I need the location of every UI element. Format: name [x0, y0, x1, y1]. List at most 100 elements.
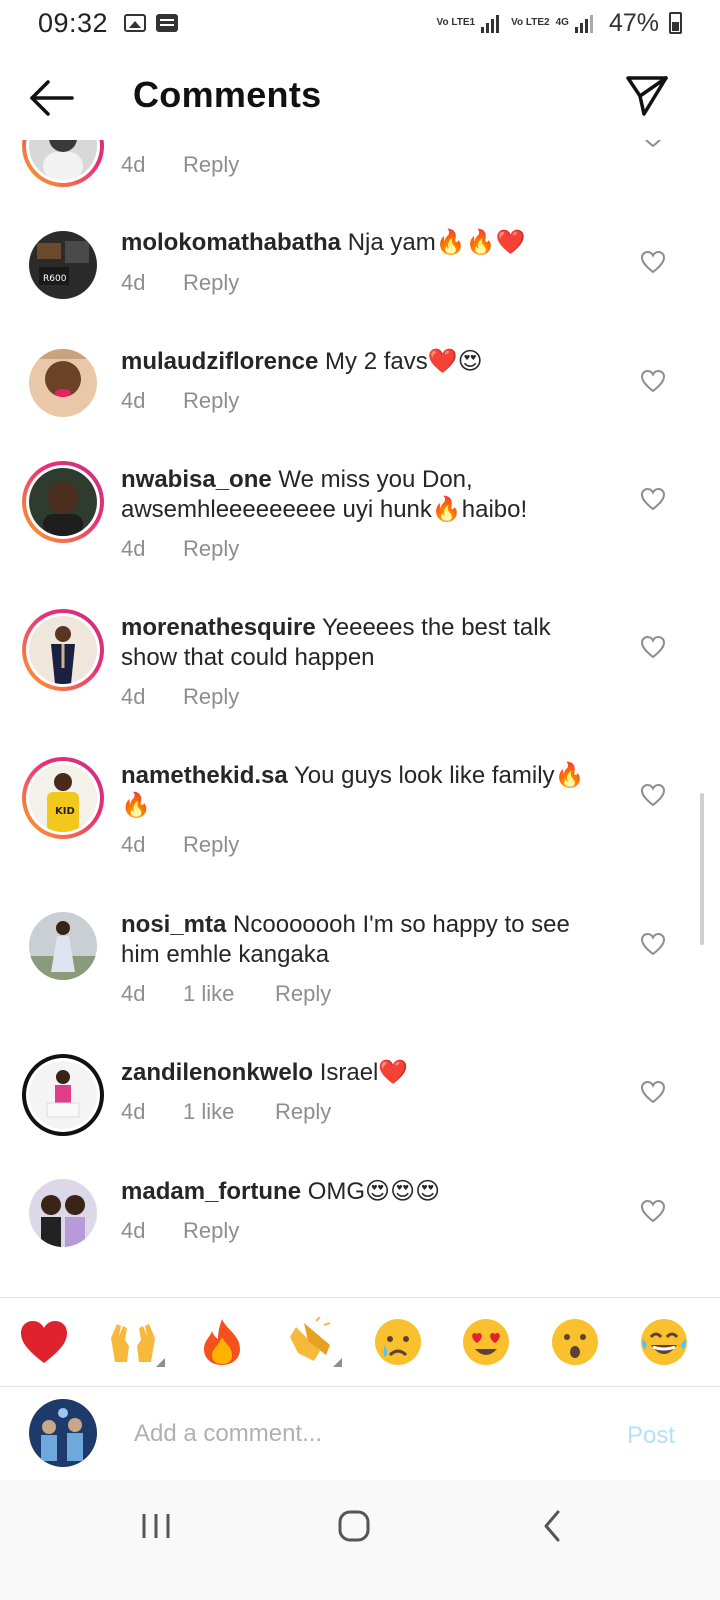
- battery-icon: [669, 12, 682, 34]
- avatar: KID: [29, 764, 97, 832]
- like-comment-button[interactable]: [640, 369, 666, 393]
- status-time: 09:32: [38, 7, 109, 38]
- heart-outline-icon: [640, 635, 666, 659]
- avatar-story-ring[interactable]: KID: [22, 757, 104, 839]
- comment-username[interactable]: molokomathabatha: [121, 229, 341, 256]
- comment-time: 4d: [121, 152, 146, 177]
- emoji-button-surprised[interactable]: [549, 1316, 601, 1368]
- tears-of-joy-emoji-icon: [641, 1319, 687, 1365]
- comment-time: 4d: [121, 388, 146, 413]
- comment-username[interactable]: nwabisa_one: [121, 466, 272, 493]
- comment-like-count[interactable]: 1 like: [183, 1099, 275, 1125]
- reply-button[interactable]: Reply: [183, 388, 239, 414]
- comment-meta: 4d Reply: [121, 684, 239, 710]
- reply-button[interactable]: Reply: [183, 270, 239, 296]
- heart-outline-icon: [640, 369, 666, 393]
- recent-apps-button[interactable]: [126, 1506, 186, 1546]
- comments-header: Comments: [0, 56, 720, 140]
- comment-meta: 4d 1 like Reply: [121, 1099, 331, 1125]
- reply-button[interactable]: Reply: [183, 152, 239, 178]
- comment-time: 4d: [121, 1218, 146, 1243]
- like-comment-button[interactable]: [640, 783, 666, 807]
- like-comment-button[interactable]: [640, 1199, 666, 1223]
- post-button[interactable]: Post: [627, 1422, 675, 1450]
- comment-text: nwabisa_one We miss you Don, awsemhleeee…: [121, 465, 611, 525]
- like-comment-button[interactable]: [640, 140, 666, 148]
- heart-eyes-emoji-icon: [463, 1319, 509, 1365]
- like-comment-button[interactable]: [640, 487, 666, 511]
- comment-username[interactable]: mulaudziflorence: [121, 348, 318, 375]
- avatar-seen-ring[interactable]: [22, 1054, 104, 1136]
- emoji-button-raised-hands[interactable]: [107, 1316, 159, 1368]
- comment-time: 4d: [121, 832, 146, 857]
- fire-emoji-icon: [204, 1319, 240, 1365]
- reply-button[interactable]: Reply: [275, 1099, 331, 1125]
- comment-username[interactable]: nosi_mta: [121, 911, 226, 938]
- reply-button[interactable]: Reply: [183, 1218, 239, 1244]
- reply-button[interactable]: Reply: [183, 684, 239, 710]
- comment-username[interactable]: madam_fortune: [121, 1178, 301, 1205]
- like-comment-button[interactable]: [640, 932, 666, 956]
- comments-list[interactable]: 4d Reply R600 molokomathabatha Nja yam🔥🔥…: [0, 140, 720, 1295]
- avatar[interactable]: R600: [29, 231, 97, 299]
- emoji-button-laughing[interactable]: [638, 1316, 690, 1368]
- comment-body: Israel❤️: [319, 1059, 409, 1086]
- sim1-signal-icon: [481, 13, 500, 33]
- back-button[interactable]: [28, 78, 76, 118]
- heart-outline-icon: [640, 487, 666, 511]
- emoji-button-fire[interactable]: [196, 1316, 248, 1368]
- reply-button[interactable]: Reply: [183, 832, 239, 858]
- avatar-story-ring[interactable]: [22, 140, 104, 187]
- home-button[interactable]: [324, 1506, 384, 1546]
- current-user-avatar[interactable]: [29, 1399, 97, 1467]
- heart-outline-icon: [640, 250, 666, 274]
- avatar[interactable]: [29, 1179, 97, 1247]
- system-back-button[interactable]: [522, 1506, 582, 1546]
- comment-time: 4d: [121, 981, 146, 1006]
- reply-button[interactable]: Reply: [275, 981, 331, 1007]
- home-icon: [338, 1510, 370, 1542]
- avatar: [29, 616, 97, 684]
- emoji-button-crying[interactable]: [372, 1316, 424, 1368]
- avatar[interactable]: [29, 349, 97, 417]
- status-bar: 09:32 Vo LTE1 Vo LTE2 4G 47%: [0, 0, 720, 46]
- comment-text: molokomathabatha Nja yam🔥🔥❤️: [121, 228, 611, 258]
- avatar-story-ring[interactable]: [22, 609, 104, 691]
- avatar-story-ring[interactable]: [22, 461, 104, 543]
- emoji-button-heart-eyes[interactable]: [460, 1316, 512, 1368]
- comment-time: 4d: [121, 270, 146, 295]
- avatar: [29, 468, 97, 536]
- like-comment-button[interactable]: [640, 635, 666, 659]
- message-notification-icon: [156, 14, 179, 32]
- comment-text: namethekid.sa You guys look like family🔥…: [121, 761, 611, 821]
- avatar[interactable]: [29, 912, 97, 980]
- emoji-button-heart[interactable]: [18, 1316, 70, 1368]
- heart-outline-icon: [644, 140, 662, 148]
- reply-button[interactable]: Reply: [183, 536, 239, 562]
- avatar: [29, 140, 97, 180]
- emoji-button-clap[interactable]: [285, 1316, 337, 1368]
- recent-apps-icon: [142, 1514, 170, 1538]
- comment-username[interactable]: zandilenonkwelo: [121, 1059, 313, 1086]
- like-comment-button[interactable]: [640, 250, 666, 274]
- comment-body: My 2 favs❤️😍: [325, 348, 483, 375]
- sim1-label: Vo LTE1: [436, 17, 476, 28]
- comment-username[interactable]: morenathesquire: [121, 614, 316, 641]
- comment-like-count[interactable]: 1 like: [183, 981, 275, 1007]
- comment-username[interactable]: namethekid.sa: [121, 762, 288, 789]
- share-button[interactable]: [624, 72, 670, 118]
- variant-indicator: [333, 1358, 342, 1367]
- heart-outline-icon: [640, 932, 666, 956]
- comment-input[interactable]: [134, 1416, 574, 1452]
- battery-percent: 47%: [608, 8, 659, 37]
- page-title: Comments: [133, 74, 322, 115]
- comment-body: Nja yam🔥🔥❤️: [347, 229, 526, 256]
- svg-text:R600: R600: [43, 274, 67, 284]
- comment-meta: 4d Reply: [121, 270, 239, 296]
- scrollbar[interactable]: [700, 793, 704, 945]
- comment-text: nosi_mta Ncooooooh I'm so happy to see h…: [121, 910, 611, 970]
- clapping-hands-emoji-icon: [290, 1317, 331, 1361]
- sim2-label: Vo LTE2: [511, 17, 550, 28]
- like-comment-button[interactable]: [640, 1080, 666, 1104]
- sim1-network-label: Vo LTE1: [437, 18, 476, 28]
